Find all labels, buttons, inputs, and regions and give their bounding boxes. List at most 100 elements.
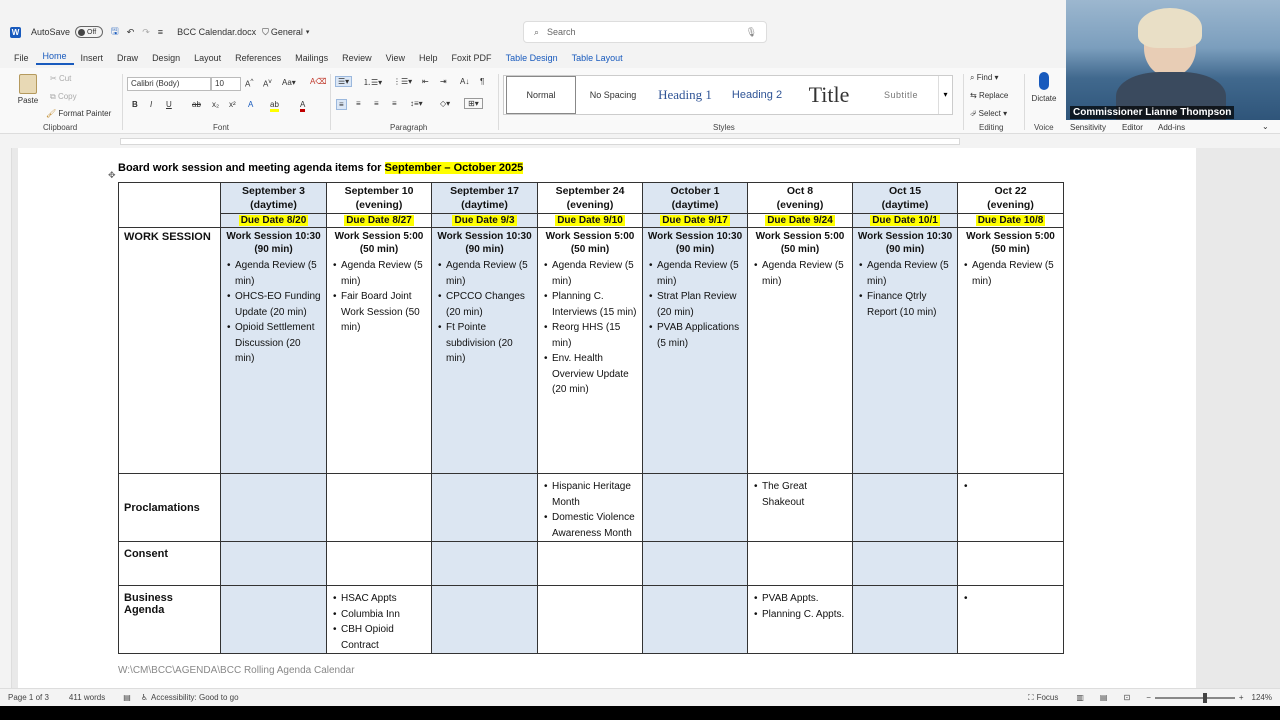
font-color-icon[interactable]: A [300,100,306,112]
style-no-spacing[interactable]: No Spacing [580,76,646,114]
agenda-item[interactable]: OHCS-EO Funding Update (20 min) [227,289,322,320]
agenda-cell[interactable] [957,585,1064,654]
decrease-indent-icon[interactable]: ⇤ [422,77,429,86]
row-label[interactable]: WORK SESSION [118,227,221,474]
undo-icon[interactable]: ↶ [127,27,135,38]
proofing-icon[interactable]: ▤ [123,693,131,702]
tab-table-design[interactable]: Table Design [499,53,565,63]
bold-icon[interactable]: B [132,100,138,109]
agenda-cell[interactable]: Work Session 5:00(50 min)Agenda Review (… [537,227,643,474]
due-date-cell[interactable]: Due Date 8/27 [326,213,432,228]
tab-design[interactable]: Design [145,53,187,63]
tab-table-layout[interactable]: Table Layout [565,53,630,63]
zoom-in-icon[interactable]: + [1239,693,1244,702]
agenda-item[interactable]: PVAB Appts. [754,591,848,607]
agenda-cell[interactable] [431,473,538,542]
agenda-item[interactable]: Agenda Review (5 min) [333,258,427,289]
document-filename[interactable]: BCC Calendar.docx [177,27,256,37]
replace-button[interactable]: ⇆ Replace [970,91,1008,100]
agenda-cell[interactable] [326,473,432,542]
zoom-level[interactable]: 124% [1252,693,1272,702]
agenda-item[interactable]: Domestic Violence Awareness Month [544,510,638,541]
underline-icon[interactable]: U [166,100,172,109]
align-left-icon[interactable]: ≡ [336,99,347,110]
date-header-cell[interactable]: September 17 (daytime) [431,182,538,214]
page-count[interactable]: Page 1 of 3 [8,693,49,702]
tab-view[interactable]: View [379,53,412,63]
date-header-cell[interactable]: Oct 15 (daytime) [852,182,958,214]
sensitivity-label[interactable]: General [271,27,303,37]
agenda-item[interactable]: Agenda Review (5 min) [227,258,322,289]
zoom-slider[interactable] [1154,692,1235,703]
agenda-cell[interactable]: Work Session 10:30(90 min)Agenda Review … [642,227,748,474]
due-date-cell[interactable]: Due Date 9/10 [537,213,643,228]
tab-draw[interactable]: Draw [110,53,145,63]
agenda-item[interactable]: PVAB Applications (5 min) [649,320,743,351]
multilevel-list-icon[interactable]: ⋮☰▾ [393,77,412,86]
tab-review[interactable]: Review [335,53,379,63]
borders-icon[interactable]: ⊞▾ [464,98,483,109]
copy-button[interactable]: ⧉ Copy [50,92,77,102]
date-header-cell[interactable]: Oct 8 (evening) [747,182,853,214]
date-header-cell[interactable]: September 24 (evening) [537,182,643,214]
agenda-cell[interactable]: The Great Shakeout [747,473,853,542]
agenda-cell[interactable] [852,473,958,542]
agenda-cell[interactable]: Hispanic Heritage MonthDomestic Violence… [537,473,643,542]
search-box[interactable]: ⌕ Search 🎙 [523,21,767,43]
paste-button[interactable]: Paste [16,74,40,105]
agenda-cell[interactable]: HSAC ApptsColumbia InnCBH Opioid Contrac… [326,585,432,654]
agenda-item[interactable]: Strat Plan Review (20 min) [649,289,743,320]
agenda-item[interactable]: Agenda Review (5 min) [649,258,743,289]
dictate-button[interactable]: Dictate [1030,72,1058,103]
tab-mailings[interactable]: Mailings [288,53,335,63]
agenda-cell[interactable] [220,541,327,586]
web-layout-icon[interactable]: ⊡ [1123,693,1130,702]
select-button[interactable]: ⮰ Select ▾ [970,109,1007,119]
agenda-cell[interactable] [957,541,1064,586]
change-case-icon[interactable]: Aa▾ [282,78,296,87]
sensitivity-button[interactable]: Sensitivity [1070,123,1106,132]
table-move-handle-icon[interactable]: ✥ [108,170,116,181]
word-count[interactable]: 411 words [69,693,105,702]
save-icon[interactable]: 🖫 [111,24,119,40]
bullets-icon[interactable]: ☰▾ [335,76,353,87]
agenda-table[interactable]: September 3 (daytime) September 10 (evening… [118,182,1064,654]
tab-foxit-pdf[interactable]: Foxit PDF [445,53,499,63]
agenda-cell[interactable]: Work Session 10:30(90 min)Agenda Review … [431,227,538,474]
editor-button[interactable]: Editor [1122,123,1143,132]
agenda-item[interactable]: Ft Pointe subdivision (20 min) [438,320,533,367]
zoom-slider-thumb[interactable] [1202,692,1207,703]
tab-file[interactable]: File [0,53,36,63]
agenda-cell[interactable]: PVAB Appts.Planning C. Appts. [747,585,853,654]
superscript-icon[interactable]: x² [229,100,236,109]
due-date-cell[interactable]: Due Date 10/1 [852,213,958,228]
document-heading[interactable]: ✥ Board work session and meeting agenda … [108,162,524,180]
style-heading-2[interactable]: Heading 2 [724,76,790,114]
agenda-cell[interactable] [642,541,748,586]
agenda-cell[interactable] [220,585,327,654]
agenda-cell[interactable]: Work Session 5:00(50 min)Agenda Review (… [747,227,853,474]
accessibility-status[interactable]: Accessibility: Good to go [151,693,239,702]
clear-formatting-icon[interactable]: A⌫ [310,77,327,86]
agenda-cell[interactable] [537,541,643,586]
agenda-cell[interactable] [957,473,1064,542]
show-formatting-icon[interactable]: ¶ [480,77,484,86]
addins-button[interactable]: Add-ins [1158,123,1185,132]
agenda-item[interactable]: HSAC Appts [333,591,427,607]
subscript-icon[interactable]: x₂ [212,100,219,109]
agenda-item[interactable]: Finance Qtrly Report (10 min) [859,289,953,320]
agenda-cell[interactable]: Work Session 5:00(50 min)Agenda Review (… [957,227,1064,474]
due-date-cell[interactable]: Due Date 9/17 [642,213,748,228]
justify-icon[interactable]: ≡ [392,99,397,108]
date-header-cell[interactable]: September 10 (evening) [326,182,432,214]
font-name-select[interactable]: Calibri (Body) [127,77,211,91]
shrink-font-icon[interactable]: Av [263,78,272,89]
agenda-cell[interactable] [642,473,748,542]
agenda-item[interactable]: Agenda Review (5 min) [754,258,848,289]
tab-home[interactable]: Home [35,51,74,65]
agenda-item[interactable]: Planning C. Interviews (15 min) [544,289,638,320]
date-header-cell[interactable]: October 1 (daytime) [642,182,748,214]
due-date-cell[interactable]: Due Date 9/24 [747,213,853,228]
tab-help[interactable]: Help [412,53,445,63]
print-layout-icon[interactable]: ▤ [1100,693,1108,702]
